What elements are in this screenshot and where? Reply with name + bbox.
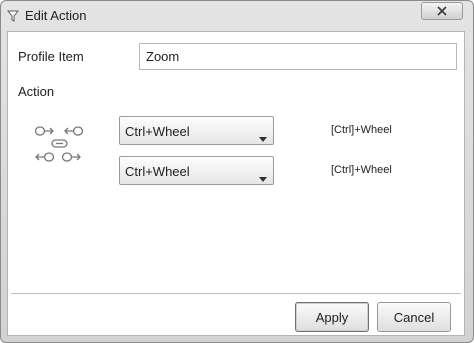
edit-action-dialog: Edit Action Profile Item Action — [0, 0, 474, 343]
profile-item-input[interactable] — [139, 43, 457, 70]
action-select-2-value: Ctrl+Wheel — [125, 164, 190, 179]
action-shortcut-2: [Ctrl]+Wheel — [331, 164, 392, 176]
action-select-1-value: Ctrl+Wheel — [125, 124, 190, 139]
dropdown-arrow-icon — [259, 169, 267, 187]
title-bar[interactable]: Edit Action — [1, 1, 473, 30]
dialog-content: Profile Item Action — [7, 31, 465, 336]
dialog-title: Edit Action — [25, 8, 87, 23]
apply-button[interactable]: Apply — [295, 302, 369, 332]
cancel-button[interactable]: Cancel — [377, 302, 451, 332]
action-shortcut-1: [Ctrl]+Wheel — [331, 124, 392, 136]
footer-divider — [11, 293, 461, 294]
dropdown-arrow-icon — [259, 129, 267, 147]
mouse-wheel-direction-icon — [34, 125, 84, 172]
action-select-2[interactable]: Ctrl+Wheel — [119, 156, 274, 185]
funnel-icon — [6, 9, 20, 22]
profile-item-label: Profile Item — [18, 49, 84, 64]
action-select-1[interactable]: Ctrl+Wheel — [119, 116, 274, 145]
close-button[interactable] — [421, 2, 463, 20]
action-label: Action — [18, 84, 55, 99]
